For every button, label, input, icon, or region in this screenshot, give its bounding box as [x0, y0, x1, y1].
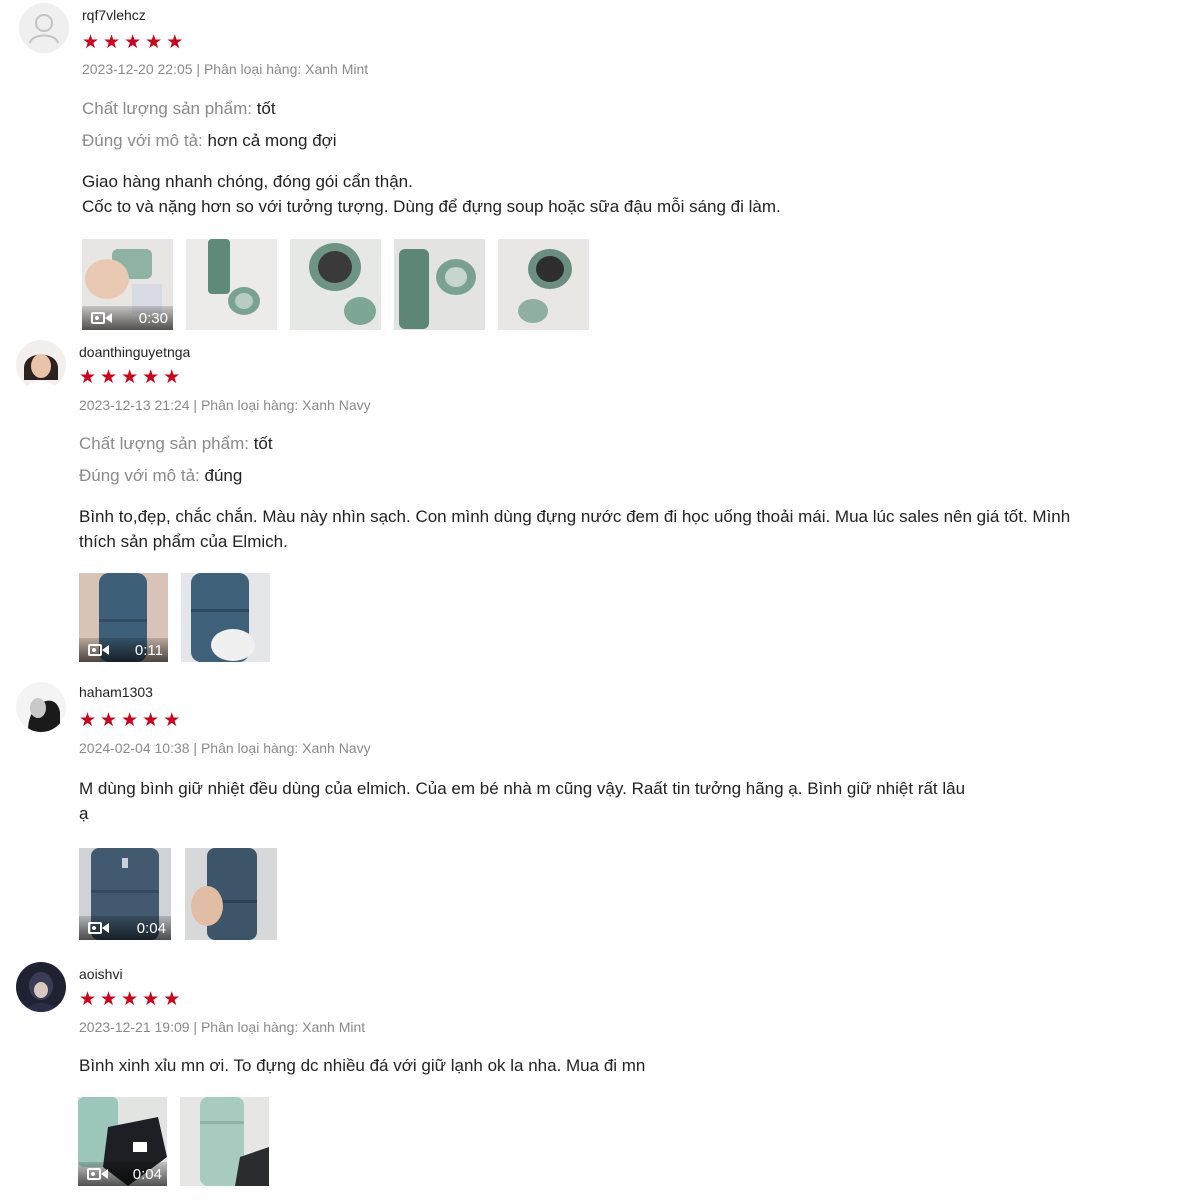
- star-icon: ★: [121, 710, 139, 731]
- avatar[interactable]: [16, 340, 66, 390]
- video-overlay: 0:04: [79, 916, 171, 940]
- user-silhouette-icon: [19, 3, 69, 53]
- star-icon: ★: [79, 367, 97, 388]
- video-camera-icon: [88, 643, 110, 657]
- star-icon: ★: [163, 710, 181, 731]
- avatar[interactable]: [19, 3, 69, 53]
- star-icon: ★: [100, 989, 118, 1010]
- video-duration: 0:04: [136, 919, 166, 937]
- attribute-value: tốt: [253, 434, 273, 453]
- user-photo-icon: [16, 962, 66, 1012]
- video-camera-icon: [91, 311, 113, 325]
- star-icon: ★: [79, 989, 97, 1010]
- username[interactable]: haham1303: [79, 684, 153, 700]
- review-comment: Bình to,đẹp, chắc chắn. Màu này nhìn sạc…: [79, 504, 1119, 554]
- attribute-value: đúng: [204, 466, 243, 485]
- photo-thumbnail[interactable]: [180, 1097, 269, 1186]
- star-icon: ★: [100, 367, 118, 388]
- star-icon: ★: [121, 989, 139, 1010]
- review-comment: Giao hàng nhanh chóng, đóng gói cẩn thận…: [82, 169, 781, 219]
- review-media: 0:04: [79, 848, 277, 940]
- comment-line: Giao hàng nhanh chóng, đóng gói cẩn thận…: [82, 172, 413, 191]
- attribute-quality: Chất lượng sản phẩm: tốt: [82, 99, 276, 119]
- star-icon: ★: [163, 989, 181, 1010]
- photo-thumbnail[interactable]: [185, 848, 277, 940]
- star-icon: ★: [163, 367, 181, 388]
- attribute-value: hơn cả mong đợi: [207, 131, 337, 150]
- star-icon: ★: [100, 710, 118, 731]
- attribute-quality: Chất lượng sản phẩm: tốt: [79, 434, 273, 454]
- video-overlay: 0:30: [82, 306, 173, 330]
- attribute-description-match: Đúng với mô tả: đúng: [79, 466, 242, 486]
- video-duration: 0:30: [138, 309, 168, 327]
- star-icon: ★: [142, 710, 160, 731]
- username[interactable]: doanthinguyetnga: [79, 344, 190, 360]
- photo-thumbnail[interactable]: [498, 239, 589, 330]
- rating-stars: ★ ★ ★ ★ ★: [79, 990, 180, 1009]
- username[interactable]: aoishvi: [79, 966, 123, 982]
- video-overlay: 0:04: [78, 1162, 167, 1186]
- star-icon: ★: [103, 32, 121, 53]
- review-meta: 2023-12-13 21:24 | Phân loại hàng: Xanh …: [79, 397, 371, 413]
- review-meta: 2023-12-20 22:05 | Phân loại hàng: Xanh …: [82, 61, 369, 77]
- video-camera-icon: [87, 1167, 109, 1181]
- attribute-description-match: Đúng với mô tả: hơn cả mong đợi: [82, 131, 337, 151]
- photo-thumbnail[interactable]: [181, 573, 270, 662]
- review-media: 0:30: [82, 239, 589, 330]
- star-icon: ★: [79, 710, 97, 731]
- star-icon: ★: [142, 989, 160, 1010]
- comment-line: ạ: [79, 804, 89, 823]
- attribute-value: tốt: [256, 99, 276, 118]
- star-icon: ★: [142, 367, 160, 388]
- review-meta: 2024-02-04 10:38 | Phân loại hàng: Xanh …: [79, 740, 371, 756]
- rating-stars: ★ ★ ★ ★ ★: [79, 368, 180, 387]
- star-icon: ★: [124, 32, 142, 53]
- star-icon: ★: [166, 32, 184, 53]
- user-photo-icon: [16, 682, 66, 732]
- star-icon: ★: [121, 367, 139, 388]
- comment-line: Bình to,đẹp, chắc chắn. Màu này nhìn sạc…: [79, 507, 1071, 526]
- comment-line: Bình xinh xỉu mn ơi. To đựng dc nhiều đá…: [79, 1056, 646, 1075]
- video-thumbnail[interactable]: 0:11: [79, 573, 168, 662]
- comment-line: M dùng bình giữ nhiệt đều dùng của elmic…: [79, 779, 966, 798]
- review-comment: M dùng bình giữ nhiệt đều dùng của elmic…: [79, 776, 965, 826]
- photo-thumbnail[interactable]: [290, 239, 381, 330]
- video-thumbnail[interactable]: 0:30: [82, 239, 173, 330]
- star-icon: ★: [82, 32, 100, 53]
- rating-stars: ★ ★ ★ ★ ★: [82, 33, 183, 52]
- review-media: 0:04: [78, 1097, 269, 1186]
- user-photo-icon: [16, 340, 66, 390]
- review-comment: Bình xinh xỉu mn ơi. To đựng dc nhiều đá…: [79, 1053, 645, 1078]
- video-camera-icon: [88, 921, 110, 935]
- avatar[interactable]: [16, 682, 66, 732]
- video-overlay: 0:11: [79, 638, 168, 662]
- star-icon: ★: [145, 32, 163, 53]
- attribute-key: Chất lượng sản phẩm:: [79, 434, 249, 453]
- photo-thumbnail[interactable]: [186, 239, 277, 330]
- review-media: 0:11: [79, 573, 270, 662]
- username[interactable]: rqf7vlehcz: [82, 7, 146, 23]
- attribute-key: Chất lượng sản phẩm:: [82, 99, 252, 118]
- attribute-key: Đúng với mô tả:: [79, 466, 200, 485]
- photo-thumbnail[interactable]: [394, 239, 485, 330]
- video-thumbnail[interactable]: 0:04: [78, 1097, 167, 1186]
- rating-stars: ★ ★ ★ ★ ★: [79, 711, 180, 730]
- avatar[interactable]: [16, 962, 66, 1012]
- comment-line: Cốc to và nặng hơn so với tưởng tượng. D…: [82, 197, 781, 216]
- attribute-key: Đúng với mô tả:: [82, 131, 203, 150]
- video-duration: 0:04: [132, 1165, 162, 1183]
- video-duration: 0:11: [134, 641, 163, 659]
- comment-line: thích sản phẩm của Elmich.: [79, 532, 288, 551]
- review-meta: 2023-12-21 19:09 | Phân loại hàng: Xanh …: [79, 1019, 366, 1035]
- video-thumbnail[interactable]: 0:04: [79, 848, 171, 940]
